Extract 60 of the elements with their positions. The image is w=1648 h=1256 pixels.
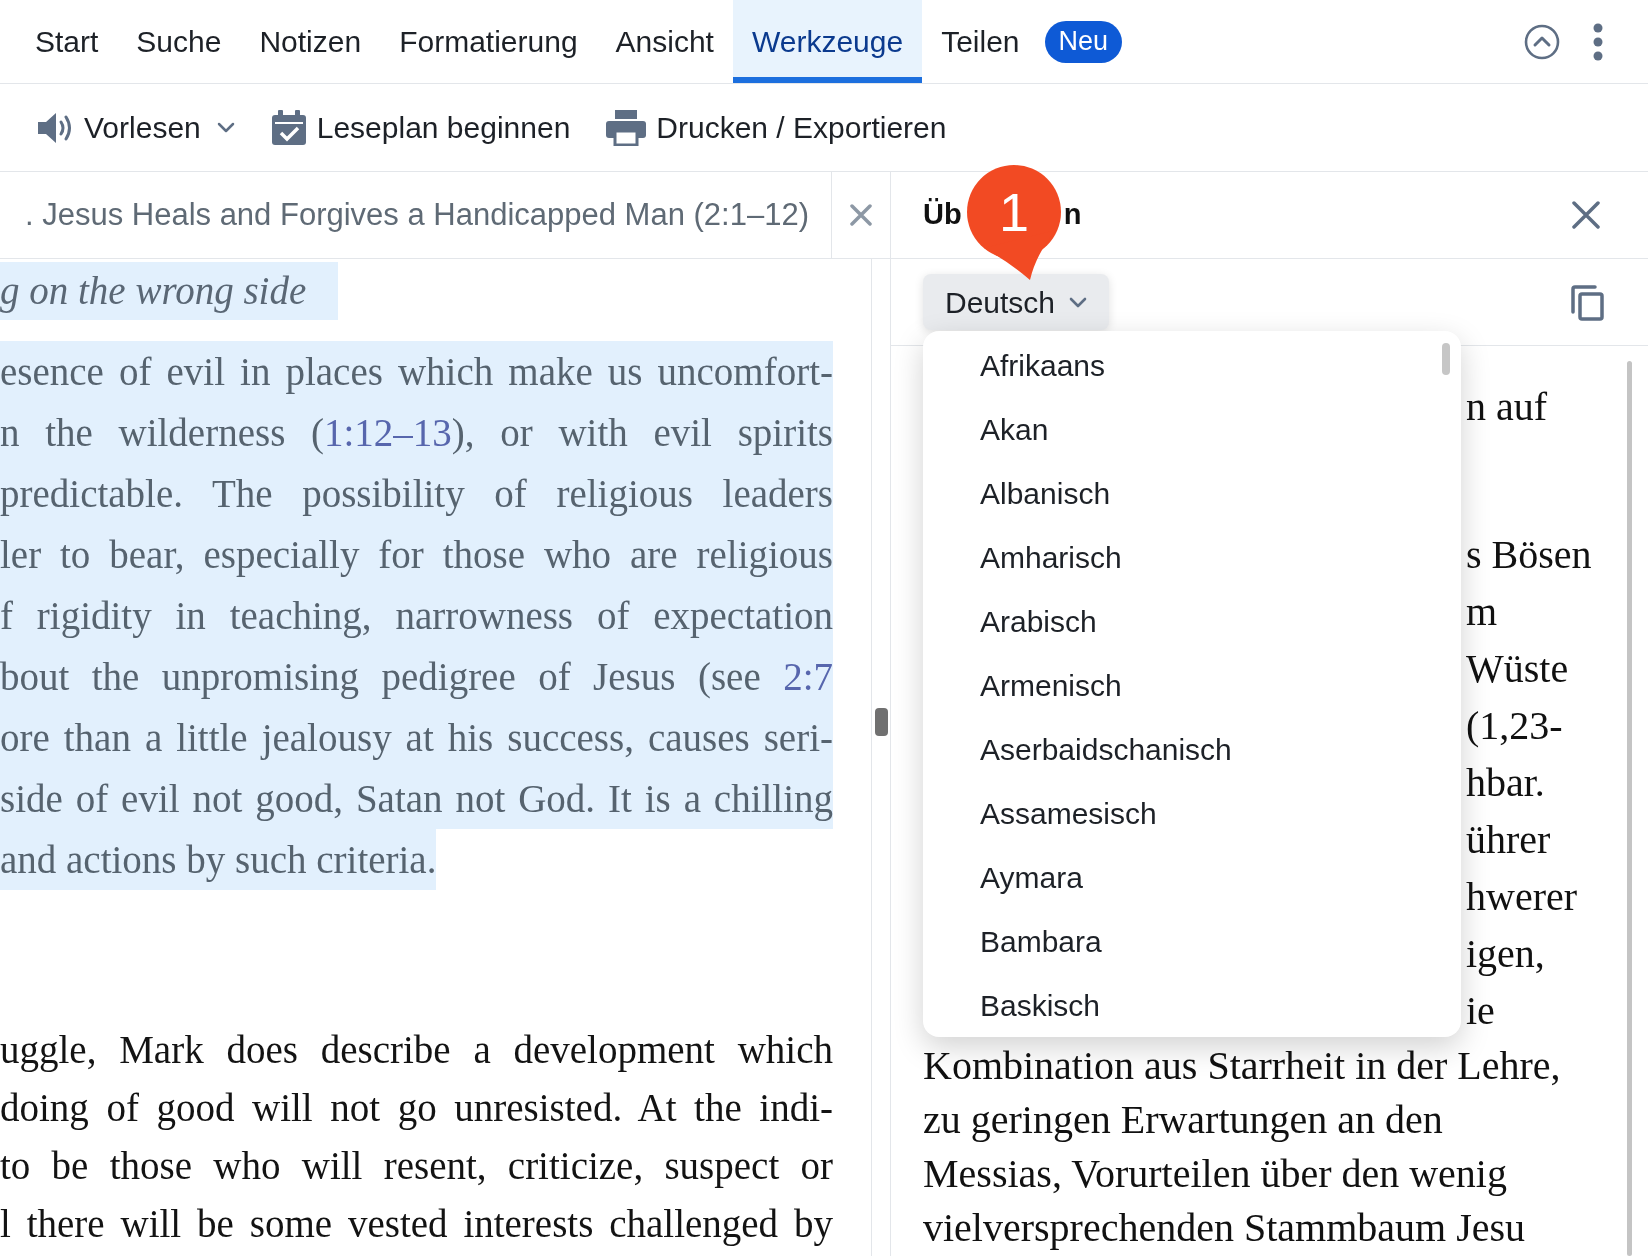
scrollbar-thumb[interactable] xyxy=(1442,343,1450,375)
toolbar-button[interactable]: Vorlesen xyxy=(37,105,235,150)
paragraph-line: to be those who will resent, criticize, suspect or xyxy=(0,1143,833,1190)
ribbon-tab[interactable]: Notizen xyxy=(240,0,381,83)
language-option[interactable]: Amharisch xyxy=(923,525,1431,589)
toolbar-button[interactable]: Leseplan beginnen xyxy=(270,105,571,150)
paragraph-line: uggle, Mark does describe a development which xyxy=(0,1027,833,1074)
text-line: hwerer xyxy=(1466,873,1578,921)
copy-icon[interactable] xyxy=(1570,283,1604,321)
scrollbar-thumb[interactable] xyxy=(1627,361,1632,1256)
collapse-ribbon-icon[interactable] xyxy=(1524,23,1560,60)
ribbon-tab[interactable]: Ansicht xyxy=(596,0,733,83)
language-option[interactable]: Arabisch xyxy=(923,589,1431,653)
ribbon-tab[interactable]: Start xyxy=(16,0,118,83)
speaker-icon xyxy=(37,110,74,145)
text-line: m xyxy=(1466,588,1498,636)
calendar-check-icon xyxy=(270,109,307,146)
language-option[interactable]: Akan xyxy=(923,397,1431,461)
close-icon[interactable] xyxy=(1572,201,1600,229)
text-line: zu geringen Erwartungen an den xyxy=(923,1096,1443,1144)
close-icon[interactable] xyxy=(850,204,872,226)
language-option[interactable]: Albanisch xyxy=(923,461,1431,525)
panel-title: Üb xyxy=(923,197,962,233)
more-menu-icon[interactable] xyxy=(1593,22,1603,61)
chevron-down-icon xyxy=(216,122,235,133)
language-option[interactable]: Assamesisch xyxy=(923,781,1431,845)
language-option[interactable]: Aserbaidschanisch xyxy=(923,717,1431,781)
text-line: n auf xyxy=(1466,383,1548,431)
ribbon-tab[interactable]: Formatierung xyxy=(380,0,597,83)
paragraph-line: l there will be some vested interests challenged by xyxy=(0,1201,833,1248)
language-option[interactable]: Baskisch xyxy=(923,973,1431,1037)
section-heading: g on the wrong side xyxy=(0,262,339,320)
language-option[interactable]: Afrikaans xyxy=(923,333,1431,397)
language-option[interactable]: Armenisch xyxy=(923,653,1431,717)
text-line: ie xyxy=(1466,987,1495,1035)
chevron-down-icon xyxy=(1069,296,1088,308)
text-line: vielversprechenden Stammbaum Jesu xyxy=(923,1204,1526,1252)
text-line: igen, xyxy=(1466,930,1545,978)
text-line: s Bösen xyxy=(1466,531,1592,579)
text-line: Messias, Vorurteilen über den wenig xyxy=(923,1150,1507,1198)
text-line: ührer xyxy=(1466,816,1551,864)
language-dropdown[interactable]: Deutsch xyxy=(923,274,1110,330)
paragraph-line: doing of good will not go unresisted. At the indi- xyxy=(0,1085,833,1132)
language-option[interactable]: Aymara xyxy=(923,845,1431,909)
printer-icon xyxy=(606,109,647,146)
toolbar-button[interactable]: Drucken / Exportieren xyxy=(606,105,947,150)
text-line: hbar. xyxy=(1466,759,1545,807)
language-option[interactable]: Bambara xyxy=(923,909,1431,973)
verse-link[interactable]: 1:12–13 xyxy=(324,411,452,454)
new-badge: Neu xyxy=(1044,20,1123,63)
scrollbar-thumb[interactable] xyxy=(874,708,888,736)
ribbon-tab[interactable]: Werkzeuge xyxy=(732,0,923,83)
panel-title: n xyxy=(1063,197,1082,233)
text-line: (1,23- xyxy=(1466,702,1563,750)
text-line: Kombination aus Starrheit in der Lehre, xyxy=(923,1042,1561,1090)
ribbon-tab[interactable]: Suche xyxy=(117,0,241,83)
text-line: Wüste xyxy=(1466,645,1569,693)
verse-link[interactable]: 2:7 xyxy=(783,655,833,698)
document-tab[interactable]: . Jesus Heals and Forgives a Handicapped Man (2:1–12) xyxy=(0,172,832,258)
ribbon-tab[interactable]: Teilen xyxy=(922,0,1039,83)
